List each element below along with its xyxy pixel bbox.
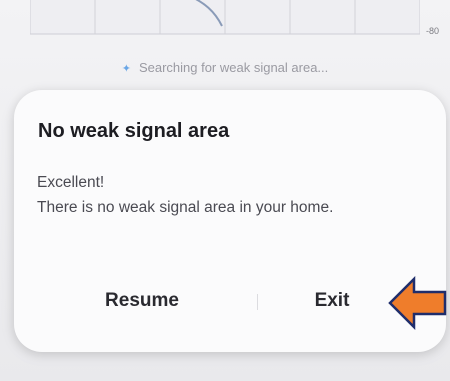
- dialog-message-line2: There is no weak signal area in your hom…: [37, 199, 334, 216]
- search-status: ✦ Searching for weak signal area...: [0, 60, 450, 75]
- dialog-message: Excellent! There is no weak signal area …: [37, 170, 407, 220]
- dialog-title: No weak signal area: [38, 120, 230, 142]
- signal-map-grid: [30, 0, 420, 35]
- left-arrow-annotation: [388, 276, 447, 330]
- resume-button[interactable]: Resume: [72, 286, 212, 316]
- result-dialog: No weak signal area Excellent! There is …: [14, 90, 446, 352]
- exit-button[interactable]: Exit: [272, 286, 392, 316]
- grid-scale-label: -80: [426, 26, 440, 36]
- search-status-text: Searching for weak signal area...: [138, 60, 329, 75]
- dialog-message-line1: Excellent!: [37, 174, 105, 191]
- button-divider: [257, 294, 258, 310]
- loading-spinner-icon: ✦: [121, 63, 131, 75]
